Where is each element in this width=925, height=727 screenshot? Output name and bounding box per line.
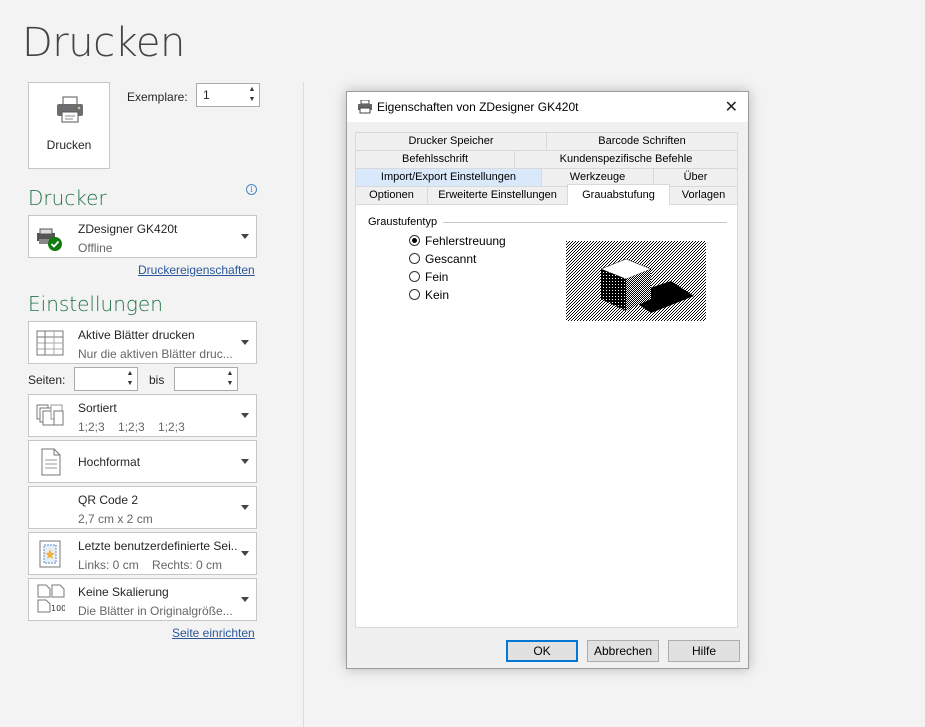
radio-label: Fein: [425, 270, 449, 284]
spin-down-icon[interactable]: ▼: [125, 379, 135, 389]
portrait-page-icon: [41, 448, 61, 476]
collate-dropdown[interactable]: Sortiert 1;2;3 1;2;3 1;2;3: [28, 394, 257, 437]
chevron-down-icon: [241, 233, 249, 239]
spin-up-icon[interactable]: ▲: [247, 85, 257, 95]
grauabstufung-pane: Graustufentyp Fehlerstreuung Gescannt Fe…: [355, 204, 738, 628]
grayscale-group-label: Graustufentyp: [368, 216, 444, 228]
radio-label: Fehlerstreuung: [425, 234, 506, 248]
printer-offline-icon: [37, 228, 62, 251]
scaling-desc: Die Blätter in Originalgröße...: [78, 604, 233, 618]
tab-row-3: Import/Export Einstellungen Werkzeuge Üb…: [355, 168, 738, 186]
tab-optionen[interactable]: Optionen: [355, 186, 428, 204]
orientation-label: Hochformat: [78, 455, 141, 469]
print-button[interactable]: Drucken: [28, 82, 110, 169]
tab-row-2: Befehlsschrift Kundenspezifische Befehle: [355, 150, 738, 168]
radio-label: Kein: [425, 288, 450, 302]
copies-input[interactable]: 1 ▲ ▼: [196, 83, 260, 107]
info-icon[interactable]: i: [246, 184, 257, 195]
scaling-dropdown[interactable]: 100 Keine Skalierung Die Blätter in Orig…: [28, 578, 257, 621]
chevron-down-icon: [241, 504, 249, 510]
margins-desc: Links: 0 cm Rechts: 0 cm: [78, 558, 223, 572]
spin-down-icon[interactable]: ▼: [247, 95, 257, 105]
tab-grauabstufung[interactable]: Grauabstufung: [567, 184, 670, 205]
ok-button[interactable]: OK: [506, 640, 578, 662]
dither-preview-image: [566, 241, 706, 321]
collate-icon: [36, 404, 64, 426]
radio-button[interactable]: [409, 289, 420, 300]
print-what-label: Aktive Blätter drucken: [78, 328, 195, 342]
collate-desc: 1;2;3 1;2;3 1;2;3: [78, 420, 185, 434]
margins-dropdown[interactable]: Letzte benutzerdefinierte Sei... Links: …: [28, 532, 257, 575]
panel-divider: [303, 82, 304, 727]
print-what-desc: Nur die aktiven Blätter druc...: [78, 347, 233, 361]
radio-label: Gescannt: [425, 252, 477, 266]
custom-margins-icon: [39, 540, 61, 568]
paper-size-label: QR Code 2: [78, 493, 139, 507]
no-scaling-icon: 100: [37, 584, 65, 613]
chevron-down-icon: [241, 458, 249, 464]
printer-heading: Drucker: [28, 186, 107, 210]
tab-row-1: Drucker Speicher Barcode Schriften: [355, 132, 738, 150]
chevron-down-icon: [241, 339, 249, 345]
copies-label: Exemplare:: [127, 90, 188, 104]
tab-row-4: Optionen Erweiterte Einstellungen Grauab…: [355, 184, 738, 205]
cancel-button[interactable]: Abbrechen: [587, 640, 659, 662]
printer-properties-dialog: Eigenschaften von ZDesigner GK420t ✕ Dru…: [346, 91, 749, 669]
tab-barcode-schriften[interactable]: Barcode Schriften: [546, 132, 738, 150]
pages-label: Seiten:: [28, 373, 66, 387]
margins-label: Letzte benutzerdefinierte Sei...: [78, 539, 238, 553]
radio-button[interactable]: [409, 271, 420, 282]
copies-value: 1: [203, 88, 210, 102]
pages-to-input[interactable]: ▲ ▼: [174, 367, 238, 391]
help-button[interactable]: Hilfe: [668, 640, 740, 662]
tab-vorlagen[interactable]: Vorlagen: [669, 186, 738, 204]
chevron-down-icon: [241, 596, 249, 602]
print-what-dropdown[interactable]: Aktive Blätter drucken Nur die aktiven B…: [28, 321, 257, 364]
printer-properties-link[interactable]: Druckereigenschaften: [138, 263, 255, 277]
printer-dropdown[interactable]: ZDesigner GK420t Offline: [28, 215, 257, 258]
paper-size-dropdown[interactable]: QR Code 2 2,7 cm x 2 cm: [28, 486, 257, 529]
chevron-down-icon: [241, 412, 249, 418]
close-icon[interactable]: ✕: [725, 97, 738, 117]
printer-icon: [57, 96, 83, 123]
page-title: Drucken: [22, 20, 185, 66]
sheet-grid-icon: [36, 330, 64, 356]
chevron-down-icon: [241, 550, 249, 556]
scaling-label: Keine Skalierung: [78, 585, 169, 599]
dialog-title: Eigenschaften von ZDesigner GK420t: [377, 100, 579, 114]
tab-import-export[interactable]: Import/Export Einstellungen: [355, 168, 542, 186]
page-setup-link[interactable]: Seite einrichten: [172, 626, 255, 640]
settings-heading: Einstellungen: [28, 292, 163, 316]
tab-befehlsschrift[interactable]: Befehlsschrift: [355, 150, 515, 168]
pages-to-label: bis: [149, 373, 165, 387]
paper-size-desc: 2,7 cm x 2 cm: [78, 512, 153, 526]
tab-drucker-speicher[interactable]: Drucker Speicher: [355, 132, 547, 150]
tab-erweiterte-einstellungen[interactable]: Erweiterte Einstellungen: [427, 186, 568, 204]
pages-from-input[interactable]: ▲ ▼: [74, 367, 138, 391]
spin-up-icon[interactable]: ▲: [225, 369, 235, 379]
radio-button-checked[interactable]: [409, 235, 420, 246]
printer-name: ZDesigner GK420t: [78, 222, 178, 236]
print-button-label: Drucken: [46, 138, 92, 152]
svg-text:100: 100: [51, 604, 65, 613]
printer-icon: [358, 100, 372, 114]
group-divider: [442, 222, 727, 223]
dialog-titlebar[interactable]: Eigenschaften von ZDesigner GK420t ✕: [347, 92, 748, 122]
spin-up-icon[interactable]: ▲: [125, 369, 135, 379]
tab-kundenspezifische-befehle[interactable]: Kundenspezifische Befehle: [514, 150, 738, 168]
radio-button[interactable]: [409, 253, 420, 264]
collate-label: Sortiert: [78, 401, 117, 415]
printer-status: Offline: [78, 241, 113, 255]
spin-down-icon[interactable]: ▼: [225, 379, 235, 389]
orientation-dropdown[interactable]: Hochformat: [28, 440, 257, 483]
